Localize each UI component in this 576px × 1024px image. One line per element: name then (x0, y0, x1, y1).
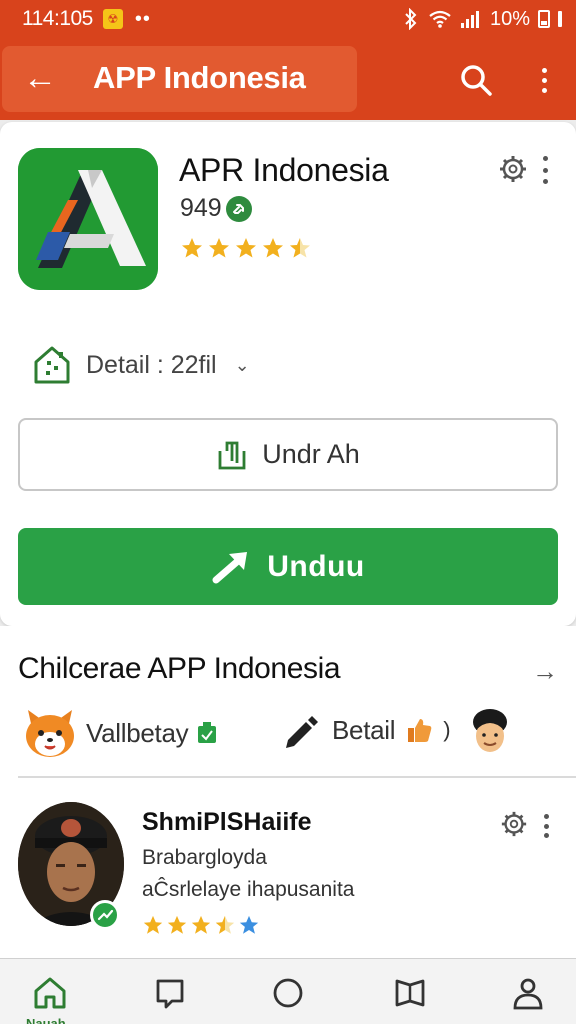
star-icon (143, 915, 163, 934)
chevron-down-icon: ⌄ (234, 354, 250, 375)
more-notifications-icon: •• (134, 7, 151, 30)
star-icon (182, 238, 202, 258)
house-icon (34, 346, 70, 384)
app-screen: 114:105 ☢ •• 10% ← APP Indonesia APR Ind… (0, 0, 576, 1024)
pen-icon (286, 716, 318, 748)
chip-betail-label: Betail (332, 714, 396, 745)
verified-icon (225, 195, 252, 222)
home-icon[interactable] (32, 975, 68, 1011)
reviewer-subtitle: Brabargloyda (142, 846, 267, 869)
nav-home-label[interactable]: Nauah (26, 1016, 66, 1024)
signal-icon (460, 11, 479, 28)
section-title: Chilcerae APP Indonesia (18, 652, 341, 685)
card-overflow-menu-icon[interactable] (540, 156, 550, 184)
chip-betail[interactable]: Betail ) (282, 710, 451, 750)
bookmark-icon[interactable] (392, 975, 428, 1011)
battery-green-icon (198, 722, 217, 743)
star-blue-icon (239, 915, 259, 934)
section-divider (18, 776, 576, 778)
status-time: 114:105 (22, 7, 93, 30)
status-bar: 114:105 ☢ •• 10% (0, 0, 576, 38)
search-icon[interactable] (458, 62, 494, 98)
verified-reviewer-icon (90, 900, 120, 930)
chip-vallbetay-label: Vallbetay (86, 717, 189, 748)
app-bar: ← APP Indonesia (0, 38, 576, 120)
app-detail-card: APR Indonesia 949 Detail : 22fil ⌄ Undr … (0, 122, 576, 626)
review-settings-gear-icon[interactable] (500, 810, 528, 838)
arrow-up-right-icon (212, 551, 248, 583)
profile-icon[interactable] (510, 975, 546, 1011)
app-rating-stars (180, 236, 312, 260)
secondary-button-label: Undr Ah (262, 439, 360, 469)
app-name: APR Indonesia (179, 152, 389, 188)
reviewer-name: ShmiPlSHaiife (142, 808, 312, 836)
star-half-icon (290, 238, 310, 258)
circle-icon[interactable] (270, 975, 306, 1011)
back-button[interactable]: ← (22, 60, 58, 96)
review-overflow-menu-icon[interactable] (541, 814, 551, 838)
download-button[interactable]: Unduu (18, 528, 558, 605)
star-icon (209, 238, 229, 258)
review-text: aĈsrlelaye ihapusanita (142, 878, 355, 901)
detail-row[interactable]: Detail : 22fil ⌄ (32, 344, 250, 386)
settings-gear-icon[interactable] (498, 154, 528, 184)
secondary-action-button[interactable]: Undr Ah (18, 418, 558, 491)
star-icon (236, 238, 256, 258)
person-emoji-icon (473, 709, 507, 752)
page-title: APP Indonesia (93, 60, 306, 95)
star-half-icon (215, 915, 235, 934)
battery-indicator-icon (558, 11, 562, 27)
overflow-menu-icon[interactable] (532, 62, 556, 98)
share-icon (218, 441, 246, 469)
notification-icon: ☢ (102, 9, 123, 29)
download-button-label: Unduu (267, 549, 365, 583)
app-count: 949 (180, 194, 252, 223)
review-rating-stars (142, 914, 260, 936)
square-icon[interactable] (152, 975, 188, 1011)
star-icon (191, 915, 211, 934)
arrow-right-icon[interactable]: → (532, 656, 558, 687)
star-icon (263, 238, 283, 258)
star-icon (167, 915, 187, 934)
bluetooth-icon (405, 8, 417, 30)
bottom-navigation: Nauah (0, 958, 576, 1024)
thumbs-up-icon (408, 719, 432, 742)
app-logo-icon (18, 148, 158, 290)
battery-percent: 10% (489, 7, 530, 30)
battery-icon (538, 10, 550, 28)
fox-mascot-icon (26, 710, 74, 757)
app-count-value: 949 (180, 194, 222, 222)
wifi-icon (429, 10, 451, 28)
related-section: Chilcerae APP Indonesia → Vallbetay Beta… (0, 626, 576, 960)
detail-label: Detail : 22fil (86, 350, 217, 379)
chip-betail-paren: ) (443, 717, 451, 742)
chip-vallbetay[interactable]: Vallbetay (22, 706, 218, 760)
